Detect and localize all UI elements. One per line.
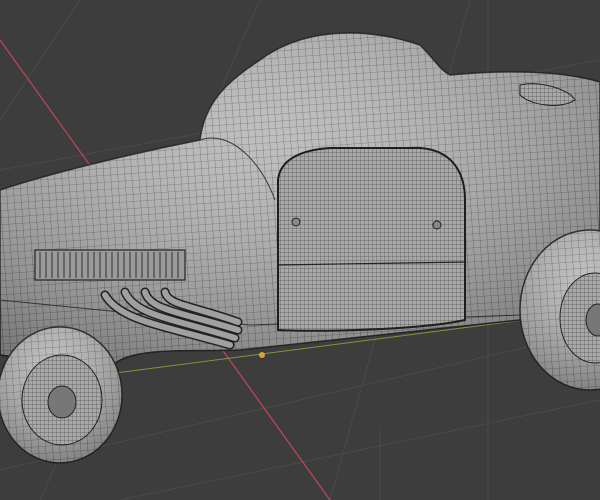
front-hubcap	[47, 385, 77, 419]
front-wheel[interactable]	[0, 326, 123, 464]
viewport-canvas[interactable]	[0, 0, 600, 500]
door-handle	[291, 217, 301, 227]
3d-viewport[interactable]	[0, 0, 600, 500]
object-origin[interactable]	[259, 352, 265, 358]
car-door[interactable]	[277, 147, 466, 332]
side-grille	[34, 249, 186, 281]
